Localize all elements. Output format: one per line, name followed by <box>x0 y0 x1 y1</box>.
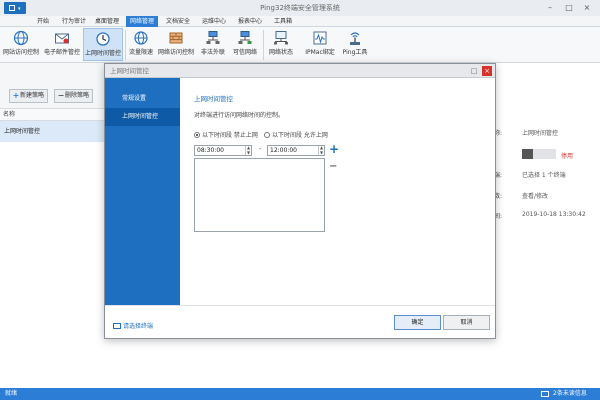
nav-internet-time-control[interactable]: 上网时间管控 <box>105 108 180 126</box>
clock-icon <box>96 32 110 46</box>
dialog-title: 上网时间管控 <box>105 64 495 78</box>
prop-params-link[interactable]: 查看/修改 <box>522 191 548 200</box>
ribbon-ping-tool[interactable]: Ping工具 <box>340 28 370 61</box>
email-icon <box>55 33 69 44</box>
tab-start[interactable]: 开始 <box>33 16 53 27</box>
select-terminals-label: 请选择终端 <box>123 323 154 330</box>
title-bar: ▾ Ping32终端安全管理系统 – □ × <box>0 0 600 16</box>
start-time-value: 08:30:00 <box>197 147 224 154</box>
tab-toolbox[interactable]: 工具箱 <box>270 16 296 27</box>
firewall-icon <box>169 32 183 44</box>
ribbon-label: IPMac绑定 <box>305 49 335 56</box>
dialog-close-button[interactable]: × <box>482 66 492 76</box>
ribbon-network-status[interactable]: 网络状态 <box>266 28 296 61</box>
tab-behavior-audit[interactable]: 行为审计 <box>58 16 90 27</box>
delete-policy-button[interactable]: −删除策略 <box>54 89 94 103</box>
ribbon-label: 上网时间管控 <box>84 50 121 57</box>
window-title: Ping32终端安全管理系统 <box>260 4 340 12</box>
time-spinner[interactable]: ▲ ▼ <box>245 145 251 155</box>
ribbon: 网站访问控制 电子邮件管控 上网时间管控 流量限速 网络访问控制 非法外联 可信… <box>0 27 600 63</box>
status-bar: 就绪 2条未读信息 <box>0 388 600 400</box>
radio-allow-internet[interactable]: 以下时间段 允许上网 <box>264 130 328 139</box>
tab-document-security[interactable]: 文档安全 <box>162 16 194 27</box>
ribbon-label: 电子邮件管控 <box>43 49 80 56</box>
tab-desktop[interactable]: 桌面管理 <box>91 16 123 27</box>
policy-toolbar: +新建策略 −删除策略 <box>0 63 105 109</box>
dialog-maximize-button[interactable]: □ <box>469 66 479 76</box>
prop-time-value: 2019-10-18 13:30:42 <box>522 211 586 218</box>
nav-general-settings[interactable]: 常规设置 <box>105 90 180 108</box>
ribbon-label: 网络访问控制 <box>157 49 194 56</box>
delete-policy-label: 删除策略 <box>65 92 90 99</box>
trusted-network-icon <box>238 31 252 44</box>
ipmac-icon <box>313 31 327 45</box>
internet-time-dialog: 上网时间管控 □ × 常规设置 上网时间管控 上网时间管控 对终端进行访问网络时… <box>104 63 496 339</box>
plus-icon: + <box>12 91 20 100</box>
radio-block-internet[interactable]: 以下时间段 禁止上网 <box>194 130 258 139</box>
column-header-name[interactable]: 名称 <box>0 109 105 121</box>
status-badge: 停用 <box>561 153 574 160</box>
network-icon <box>206 31 220 44</box>
content-title: 上网时间管控 <box>194 95 233 103</box>
radio-dot <box>264 132 270 138</box>
radio-label: 以下时间段 允许上网 <box>272 132 328 139</box>
tab-network[interactable]: 网络管理 <box>126 16 159 27</box>
content-description: 对终端进行访问网络时间的控制。 <box>194 112 285 119</box>
ribbon-website-control[interactable]: 网站访问控制 <box>2 28 40 61</box>
prop-terminal-value[interactable]: 已选择 1 个终端 <box>522 170 566 179</box>
ribbon-label: Ping工具 <box>342 49 368 56</box>
dialog-nav: 常规设置 上网时间管控 <box>105 78 180 305</box>
remove-time-range-button[interactable]: − <box>329 162 337 172</box>
end-time-value: 12:00:00 <box>270 147 297 154</box>
maximize-button[interactable]: □ <box>562 2 576 14</box>
ping-icon <box>350 32 360 45</box>
radio-label: 以下时间段 禁止上网 <box>202 132 258 139</box>
cancel-button[interactable]: 取消 <box>443 315 490 330</box>
mail-icon <box>541 391 549 397</box>
ribbon-label: 流量限速 <box>128 49 153 56</box>
ribbon-separator <box>263 30 264 60</box>
ribbon-ipmac-binding[interactable]: IPMac绑定 <box>302 28 338 61</box>
monitor-icon <box>113 323 121 329</box>
new-policy-button[interactable]: +新建策略 <box>9 89 49 103</box>
ribbon-label: 非法外联 <box>200 49 225 56</box>
ribbon-network-access[interactable]: 网络访问控制 <box>156 28 196 61</box>
ribbon-internet-time-control[interactable]: 上网时间管控 <box>83 28 123 61</box>
select-terminals-link[interactable]: 请选择终端 <box>113 321 153 330</box>
globe-icon <box>13 30 29 46</box>
toggle-knob <box>522 149 533 159</box>
status-text: 就绪 <box>5 390 18 397</box>
ribbon-traffic-limit[interactable]: 流量限速 <box>127 28 155 61</box>
ribbon-email-control[interactable]: 电子邮件管控 <box>42 28 82 61</box>
globe-speed-icon <box>134 31 148 45</box>
menu-tabs: 开始 行为审计 桌面管理 网络管理 文档安全 运维中心 报表中心 工具箱 <box>0 16 600 27</box>
table-row[interactable]: 上网时间管控 <box>0 121 105 142</box>
radio-dot <box>194 132 200 138</box>
tab-report-center[interactable]: 报表中心 <box>234 16 266 27</box>
time-range-separator: - <box>259 145 262 153</box>
time-range-list[interactable] <box>194 158 325 232</box>
ribbon-trusted-network[interactable]: 可信网络 <box>230 28 260 61</box>
dialog-footer: 请选择终端 确定 取消 <box>105 305 495 338</box>
ribbon-separator <box>125 30 126 60</box>
ribbon-label: 网络状态 <box>268 49 293 56</box>
time-spinner[interactable]: ▲ ▼ <box>318 145 324 155</box>
minus-icon: − <box>57 91 65 100</box>
close-button[interactable]: × <box>580 2 594 14</box>
new-policy-label: 新建策略 <box>20 92 45 99</box>
add-time-range-button[interactable]: + <box>329 143 339 155</box>
minimize-button[interactable]: – <box>543 2 557 14</box>
ribbon-label: 网站访问控制 <box>2 49 39 56</box>
status-toggle[interactable] <box>522 149 556 159</box>
end-time-input[interactable]: 12:00:00 ▲ ▼ <box>267 145 325 156</box>
unread-messages[interactable]: 2条未读信息 <box>553 388 587 400</box>
prop-name-value: 上网时间管控 <box>522 130 559 137</box>
start-time-input[interactable]: 08:30:00 ▲ ▼ <box>194 145 252 156</box>
ribbon-label: 可信网络 <box>232 49 257 56</box>
network-status-icon <box>274 31 288 45</box>
ribbon-illegal-outreach[interactable]: 非法外联 <box>198 28 228 61</box>
tab-ops-center[interactable]: 运维中心 <box>198 16 230 27</box>
ok-button[interactable]: 确定 <box>394 315 441 330</box>
